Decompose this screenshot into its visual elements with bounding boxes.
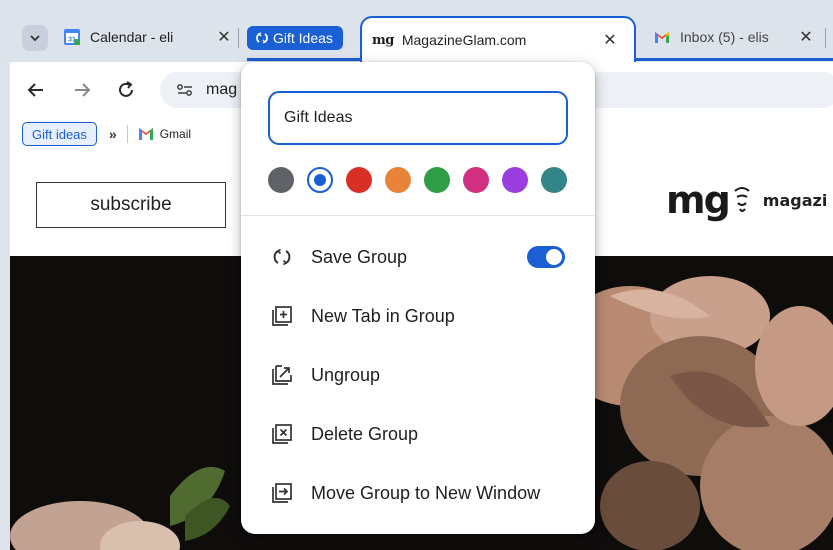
popup-divider	[241, 215, 595, 216]
tab-search-button[interactable]	[22, 25, 48, 51]
forward-arrow-icon	[75, 83, 91, 97]
site-brand[interactable]: mg magazi	[666, 178, 827, 222]
reload-button[interactable]	[110, 74, 142, 106]
close-icon[interactable]: ✕	[796, 27, 816, 47]
color-swatch-green[interactable]	[424, 167, 450, 193]
color-swatch-cyan[interactable]	[541, 167, 567, 193]
color-picker	[268, 167, 567, 193]
svg-text:31: 31	[68, 37, 76, 44]
menu-item-new-tab-in-group[interactable]: New Tab in Group	[241, 291, 595, 341]
color-swatch-orange[interactable]	[385, 167, 411, 193]
menu-item-save-group[interactable]: Save Group	[241, 232, 595, 282]
ungroup-icon	[271, 364, 293, 386]
gmail-icon	[138, 128, 153, 140]
tab-separator	[825, 28, 826, 48]
url-text: mag	[206, 81, 238, 98]
close-icon[interactable]: ✕	[214, 27, 234, 47]
bookmark-separator	[126, 125, 128, 143]
tab-group-underline	[634, 58, 833, 61]
site-settings-icon[interactable]	[174, 79, 196, 101]
chevron-down-icon	[30, 35, 40, 42]
mg-logo-icon: mg	[372, 32, 394, 48]
group-name-input[interactable]	[284, 109, 552, 127]
delete-group-icon	[271, 423, 293, 445]
brand-name: magazi	[762, 190, 828, 210]
bookmark-label: Gmail	[159, 127, 192, 141]
menu-item-move-group-to-new-window[interactable]: Move Group to New Window	[241, 468, 595, 518]
brand-mascot-icon	[734, 187, 750, 212]
group-name-field[interactable]	[268, 91, 568, 145]
forward-button[interactable]	[66, 74, 98, 106]
save-group-toggle[interactable]	[527, 246, 565, 268]
tab-magazineglam[interactable]: mg MagazineGlam.com ✕	[360, 16, 636, 62]
tab-group-label: Gift Ideas	[273, 30, 333, 46]
color-swatch-grey[interactable]	[268, 167, 294, 193]
bookmarks-overflow-button[interactable]: »	[109, 126, 117, 142]
color-swatch-blue[interactable]	[307, 167, 333, 193]
tab-title: MagazineGlam.com	[401, 32, 527, 48]
subscribe-button[interactable]: subscribe	[36, 182, 226, 228]
menu-item-label: Delete Group	[311, 423, 419, 444]
move-window-icon	[271, 482, 293, 504]
bookmark-gmail[interactable]: Gmail	[138, 127, 191, 141]
menu-item-label: Ungroup	[311, 364, 381, 385]
tab-inbox[interactable]: Inbox (5) - elis ✕	[654, 18, 816, 56]
bookmarks-bar: Gift ideas » Gmail	[22, 121, 191, 147]
calendar-icon: 31	[64, 29, 80, 45]
save-group-icon	[271, 246, 293, 268]
color-swatch-purple[interactable]	[502, 167, 528, 193]
brand-logo: mg	[666, 178, 731, 222]
color-swatch-pink[interactable]	[463, 167, 489, 193]
tab-group-chip[interactable]: Gift Ideas	[247, 26, 343, 50]
color-swatch-red[interactable]	[346, 167, 372, 193]
tab-group-editor-popup: Save Group New Tab in Group Ungroup Dele…	[241, 62, 595, 534]
tab-calendar[interactable]: 31 Calendar - eli ✕	[64, 18, 234, 56]
save-group-icon	[256, 32, 268, 44]
reload-icon	[119, 81, 133, 97]
back-arrow-icon	[27, 83, 43, 97]
tab-title: Inbox (5) - elis	[680, 29, 769, 45]
tab-group-underline	[247, 58, 362, 61]
menu-item-label: Move Group to New Window	[311, 482, 541, 503]
back-button[interactable]	[20, 74, 52, 106]
tab-strip: 31 Calendar - eli ✕ Gift Ideas mg Magazi…	[0, 0, 833, 62]
tab-title: Calendar - eli	[90, 29, 174, 45]
bookmark-group-gift-ideas[interactable]: Gift ideas	[22, 122, 97, 146]
menu-item-delete-group[interactable]: Delete Group	[241, 409, 595, 459]
gmail-icon	[655, 32, 669, 43]
tab-separator	[238, 28, 239, 48]
new-tab-icon	[271, 305, 293, 327]
close-icon[interactable]: ✕	[600, 30, 620, 50]
menu-item-label: Save Group	[311, 246, 408, 267]
menu-item-ungroup[interactable]: Ungroup	[241, 350, 595, 400]
menu-item-label: New Tab in Group	[311, 305, 455, 326]
